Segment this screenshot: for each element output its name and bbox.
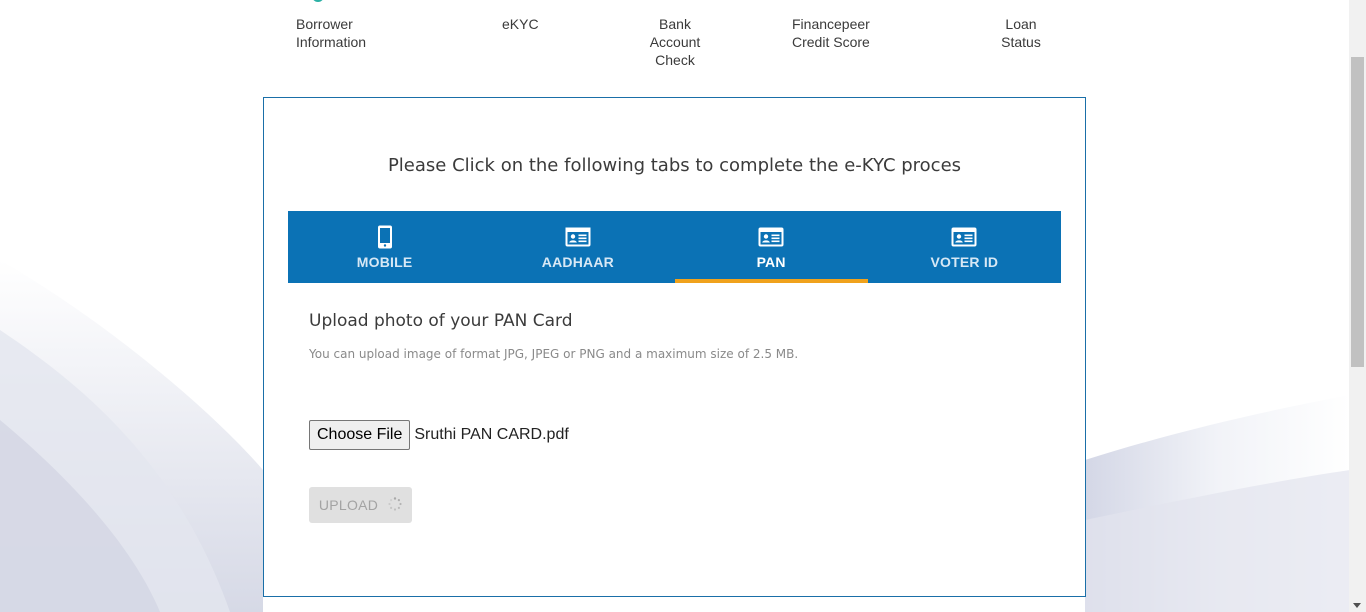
id-card-icon	[951, 225, 977, 249]
ekyc-tab-bar: MOBILE AADHAAR PAN VOTER ID	[288, 211, 1061, 283]
scroll-down-arrow-icon[interactable]	[1353, 603, 1361, 608]
upload-button[interactable]: UPLOAD	[309, 487, 412, 523]
mobile-phone-icon	[377, 225, 393, 249]
loading-spinner-icon	[388, 496, 402, 514]
progress-stepper: Borrower Information eKYC Bank Account C…	[0, 0, 1350, 90]
tab-mobile-label: MOBILE	[356, 254, 413, 270]
step-bank-account-check: Bank Account Check	[649, 16, 701, 68]
tab-aadhaar-label: AADHAAR	[541, 254, 614, 270]
tab-aadhaar[interactable]: AADHAAR	[481, 211, 674, 283]
upload-title: Upload photo of your PAN Card	[309, 311, 573, 331]
scrollbar-thumb[interactable]	[1351, 57, 1364, 367]
step-ekyc: eKYC	[502, 16, 539, 32]
step-loan-status: Loan Status	[1001, 16, 1041, 50]
file-input: Choose File Sruthi PAN CARD.pdf	[309, 420, 569, 450]
choose-file-button[interactable]: Choose File	[309, 420, 411, 450]
id-card-icon	[565, 225, 591, 249]
tab-voter-id[interactable]: VOTER ID	[868, 211, 1061, 283]
card-title: Please Click on the following tabs to co…	[387, 155, 962, 176]
step-completed-indicator	[312, 0, 324, 2]
step-financepeer-credit-score: Financepeer Credit Score	[792, 16, 870, 50]
upload-hint: You can upload image of format JPG, JPEG…	[309, 347, 799, 361]
step-borrower-information: Borrower Information	[296, 16, 367, 50]
tab-pan[interactable]: PAN	[674, 211, 869, 283]
selected-file-name: Sruthi PAN CARD.pdf	[414, 426, 569, 443]
tab-pan-label: PAN	[756, 254, 786, 270]
id-card-icon	[758, 225, 784, 249]
upload-button-label: UPLOAD	[318, 497, 379, 513]
tab-voter-id-label: VOTER ID	[930, 254, 999, 270]
page-scrollbar[interactable]	[1349, 0, 1366, 612]
ekyc-card: Please Click on the following tabs to co…	[263, 97, 1086, 597]
tab-mobile[interactable]: MOBILE	[288, 211, 481, 283]
